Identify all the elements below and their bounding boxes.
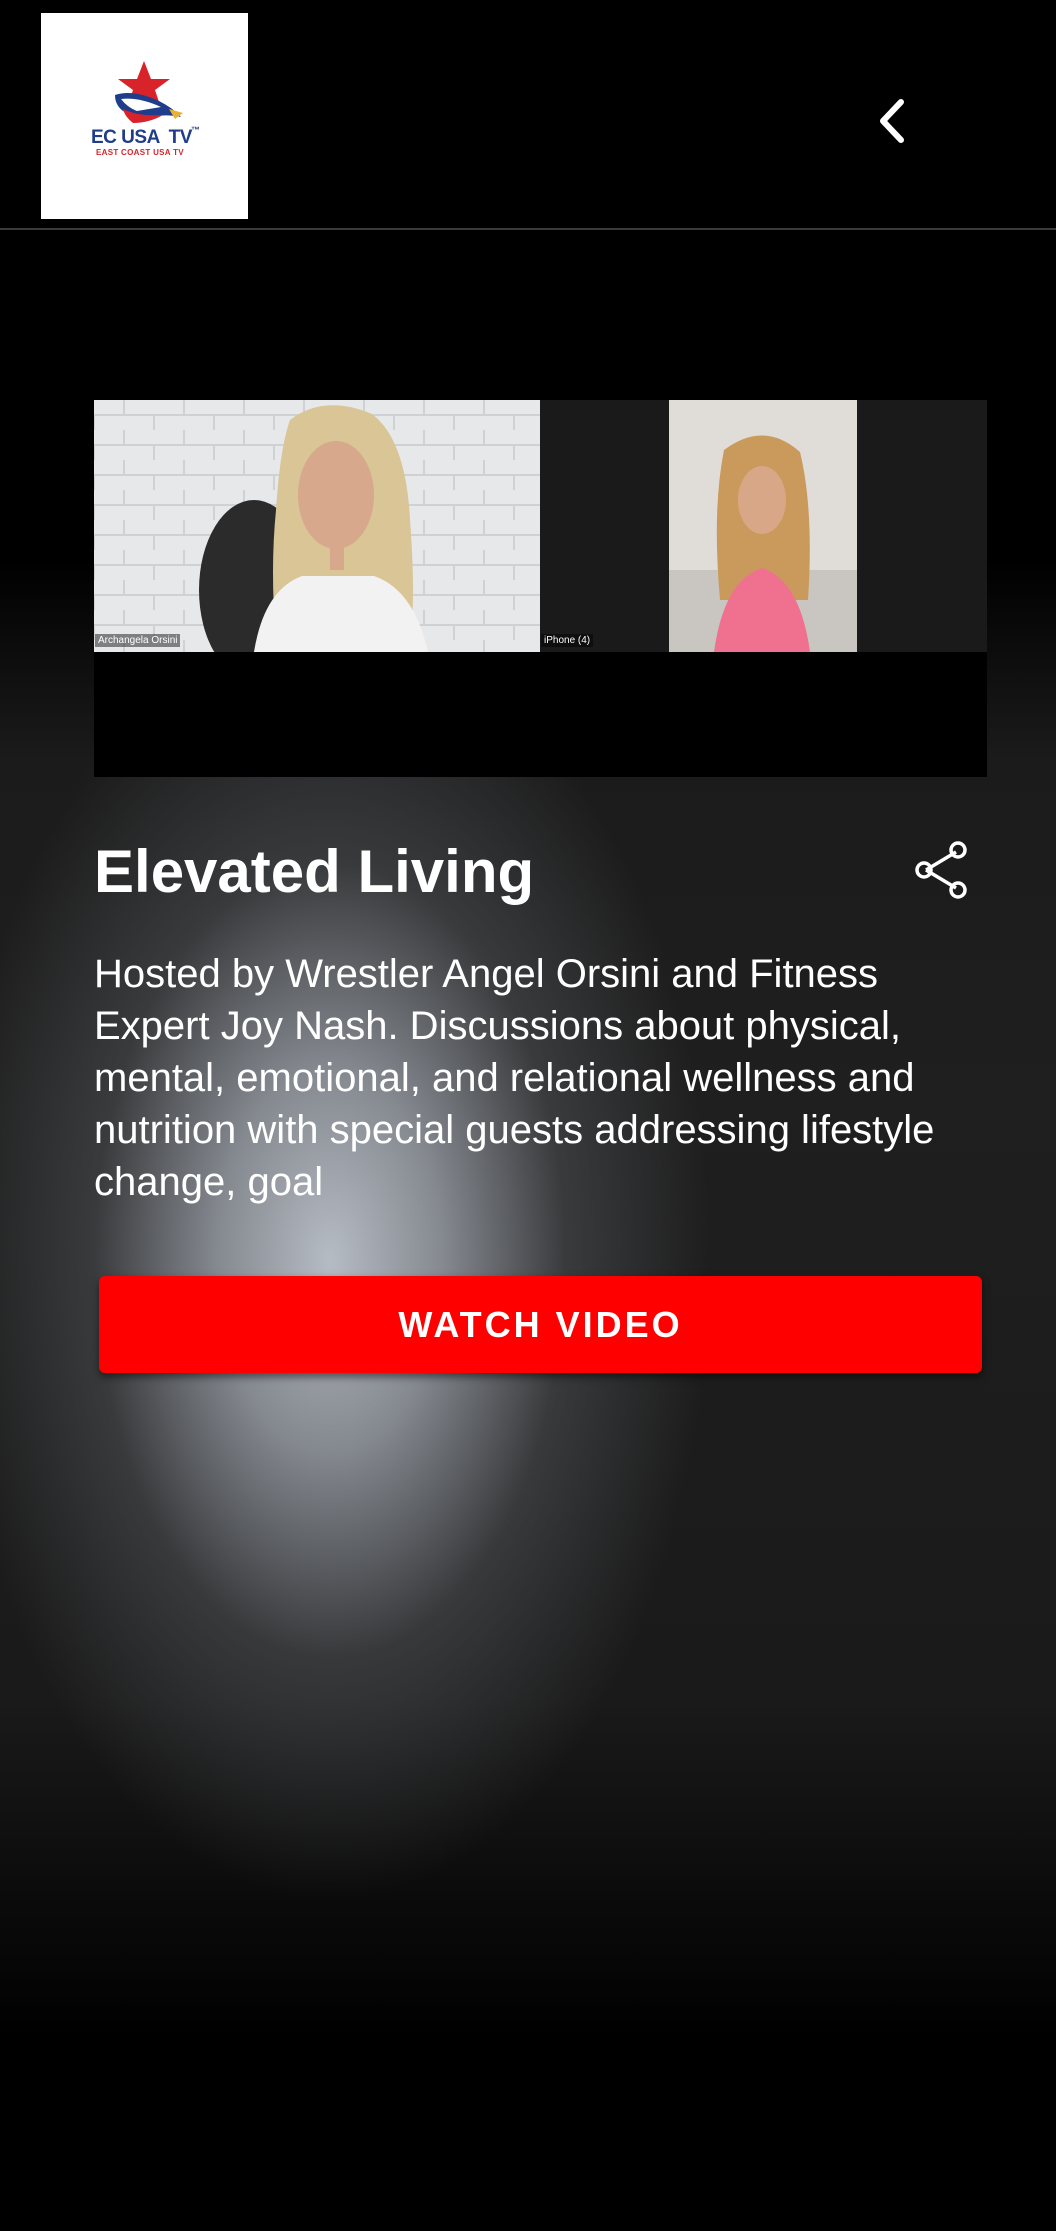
logo-sub-text: EAST COAST USA TV — [96, 148, 184, 157]
participant-right-name: iPhone (4) — [541, 634, 594, 647]
share-icon — [915, 841, 967, 899]
logo-trademark: ™ — [191, 125, 200, 135]
logo-main-text: EC USA TV — [91, 127, 192, 148]
show-title: Elevated Living — [94, 838, 535, 905]
logo-graphic — [115, 61, 183, 123]
watch-video-button[interactable]: WATCH VIDEO — [99, 1276, 982, 1373]
app-bar: EC USA TV ™ EAST COAST USA TV — [0, 0, 1056, 230]
show-description: Hosted by Wrestler Angel Orsini and Fitn… — [94, 952, 935, 1204]
share-button[interactable] — [912, 840, 972, 900]
video-thumbnail[interactable]: Archangela Orsini iPhone (4) — [94, 400, 987, 777]
show-detail-screen: EC USA TV ™ EAST COAST USA TV Archangela… — [0, 0, 1056, 2231]
chevron-left-icon — [880, 99, 904, 143]
ec-usa-tv-logo[interactable]: EC USA TV ™ EAST COAST USA TV — [41, 13, 248, 219]
participant-left-name: Archangela Orsini — [95, 634, 181, 647]
video-thumbnail-image — [94, 400, 987, 777]
back-button[interactable] — [858, 86, 928, 156]
